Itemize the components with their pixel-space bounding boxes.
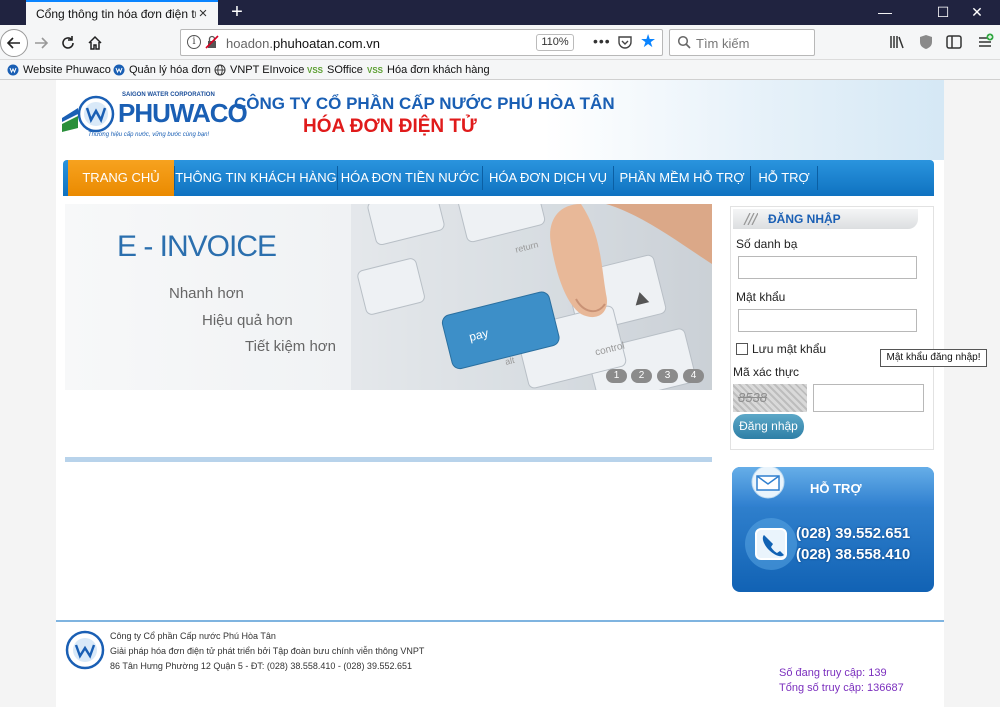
site-header: SAIGON WATER CORPORATION PHUWACO Thương … (56, 80, 944, 160)
password-label: Mật khẩu (736, 290, 786, 304)
search-icon (677, 35, 691, 49)
logo-slogan: Thương hiệu cấp nước, vững bước cùng bạn… (88, 132, 210, 138)
bookmarks-toolbar: Website Phuwaco Quản lý hóa đơn VNPT EIn… (0, 60, 1000, 80)
menu-item-ho-tro[interactable]: HỖ TRỢ (751, 160, 817, 196)
content-divider (65, 457, 712, 462)
footer-address: 86 Tân Hưng Phường 12 Quận 5 - ĐT: (028)… (110, 661, 412, 671)
phuwaco-favicon-icon (113, 64, 125, 76)
support-phone[interactable]: (028) 38.558.410 (796, 546, 910, 563)
keyboard-hand-image (351, 204, 712, 390)
home-button[interactable] (82, 30, 108, 56)
info-icon[interactable]: i (187, 35, 201, 49)
arrow-left-icon (6, 37, 20, 49)
password-input[interactable] (738, 309, 917, 332)
password-tooltip: Mật khẩu đăng nhập! (880, 349, 987, 367)
url-bar[interactable]: i hoadon.phuhoatan.com.vn 110% ••• ★ (180, 29, 663, 56)
navigation-toolbar: i hoadon.phuhoatan.com.vn 110% ••• ★ Tìm… (0, 25, 1000, 60)
menu-item-hoa-don-dich-vu[interactable]: HÓA ĐƠN DỊCH VỤ (483, 160, 613, 196)
zoom-level[interactable]: 110% (536, 34, 574, 51)
browser-tab[interactable]: Cổng thông tin hóa đơn điện tử × (26, 0, 218, 25)
slider-dot-4[interactable]: 4 (683, 369, 704, 383)
tab-title: Cổng thông tin hóa đơn điện tử (36, 6, 196, 21)
slider-dot-3[interactable]: 3 (657, 369, 678, 383)
site-container: SAIGON WATER CORPORATION PHUWACO Thương … (56, 80, 944, 707)
login-button[interactable]: Đăng nhập (733, 414, 804, 439)
vss-badge-icon: VSS (367, 65, 384, 75)
username-label: Số danh bạ (736, 237, 798, 251)
page-title: HÓA ĐƠN ĐIỆN TỬ (303, 116, 477, 137)
vss-badge-icon: VSS (307, 65, 324, 75)
phuwaco-emblem-icon (62, 95, 115, 133)
menu-divider (817, 166, 818, 190)
phuwaco-logo[interactable]: SAIGON WATER CORPORATION PHUWACO Thương … (62, 92, 248, 144)
bookmark-soffice[interactable]: VSS SOffice (307, 62, 363, 78)
bookmark-website-phuwaco[interactable]: Website Phuwaco (7, 62, 111, 78)
page-actions-icon[interactable]: ••• (593, 33, 611, 49)
home-icon (88, 35, 102, 50)
globe-icon (214, 64, 226, 76)
menu-item-hoa-don-tien-nuoc[interactable]: HÓA ĐƠN TIỀN NƯỚC (338, 160, 482, 196)
shield-icon[interactable] (917, 33, 935, 51)
login-header: ĐĂNG NHẬP (733, 209, 918, 229)
pocket-icon[interactable] (617, 34, 633, 50)
captcha-label: Mã xác thực (733, 365, 800, 379)
banner-line: Nhanh hơn (169, 285, 244, 302)
footer-divider (56, 620, 944, 622)
search-placeholder: Tìm kiếm (696, 36, 750, 51)
minimize-icon[interactable]: — (862, 0, 908, 25)
bookmark-vnpt-einvoice[interactable]: VNPT EInvoice (214, 62, 304, 78)
menu-item-phan-mem-ho-tro[interactable]: PHẦN MỀM HỖ TRỢ (614, 160, 750, 196)
login-heading: ĐĂNG NHẬP (768, 212, 841, 226)
bookmark-hoa-don-khach-hang[interactable]: VSS Hóa đơn khách hàng (367, 62, 490, 78)
arrow-right-icon (35, 37, 49, 49)
support-phone[interactable]: (028) 39.552.651 (796, 525, 910, 542)
slider-dot-2[interactable]: 2 (631, 369, 652, 383)
menu-item-thong-tin-khach-hang[interactable]: THÔNG TIN KHÁCH HÀNG (175, 160, 337, 196)
bookmark-quan-ly-hoa-don[interactable]: Quản lý hóa đơn (113, 62, 211, 78)
menu-item-trang-chu[interactable]: TRANG CHỦ (68, 160, 174, 196)
back-button[interactable] (0, 29, 28, 57)
total-visitors: Tổng số truy cập: 136687 (779, 682, 904, 694)
logo-name: PHUWACO (118, 98, 248, 128)
captcha-image: 8538 (733, 384, 807, 412)
search-bar[interactable]: Tìm kiếm (669, 29, 815, 56)
remember-label[interactable]: Lưu mật khẩu (752, 342, 826, 356)
main-menu: TRANG CHỦ THÔNG TIN KHÁCH HÀNG HÓA ĐƠN T… (63, 160, 934, 196)
tab-close-icon[interactable]: × (196, 6, 210, 21)
reload-icon (62, 36, 74, 49)
footer-company: Công ty Cổ phần Cấp nước Phú Hòa Tân (110, 631, 276, 641)
stripes-icon (743, 213, 758, 225)
insecure-lock-icon[interactable] (205, 35, 219, 49)
support-title: HỖ TRỢ (810, 481, 862, 496)
captcha-input[interactable] (813, 384, 924, 412)
window-close-icon[interactable]: ✕ (954, 0, 1000, 25)
library-icon[interactable] (888, 33, 906, 51)
company-name: CÔNG TY CỔ PHẦN CẤP NƯỚC PHÚ HÒA TÂN (234, 94, 615, 113)
banner-line: Tiết kiệm hơn (245, 338, 336, 355)
url-text[interactable]: hoadon.phuhoatan.com.vn (226, 36, 380, 51)
footer-solution: Giải pháp hóa đơn điện tử phát triển bởi… (110, 646, 425, 656)
bookmark-star-icon[interactable]: ★ (640, 31, 656, 51)
phuwaco-emblem-icon (65, 630, 105, 670)
sidebar-icon[interactable] (945, 33, 963, 51)
phone-icon (745, 518, 797, 570)
mail-icon (751, 467, 785, 499)
phuwaco-favicon-icon (7, 64, 19, 76)
page-viewport: SAIGON WATER CORPORATION PHUWACO Thương … (0, 80, 1000, 707)
banner-headline: E - INVOICE (117, 230, 277, 263)
support-panel: HỖ TRỢ (028) 39.552.651 (028) 38.558.410 (732, 467, 934, 592)
slider-dot-1[interactable]: 1 (606, 369, 627, 383)
remember-checkbox[interactable] (736, 343, 748, 355)
tab-bar: Cổng thông tin hóa đơn điện tử × + — ☐ ✕ (0, 0, 1000, 25)
username-input[interactable] (738, 256, 917, 279)
banner-slider[interactable]: E - INVOICE Nhanh hơn Hiệu quả hơn Tiết … (65, 204, 712, 390)
online-visitors: Số đang truy cập: 139 (779, 667, 887, 679)
menu-icon[interactable] (976, 33, 994, 51)
banner-line: Hiệu quả hơn (202, 312, 293, 329)
new-tab-icon[interactable]: + (226, 1, 248, 23)
login-panel: ĐĂNG NHẬP Số danh bạ Mật khẩu Lưu mật kh… (730, 206, 934, 450)
forward-button[interactable] (28, 30, 54, 56)
reload-button[interactable] (55, 30, 81, 56)
